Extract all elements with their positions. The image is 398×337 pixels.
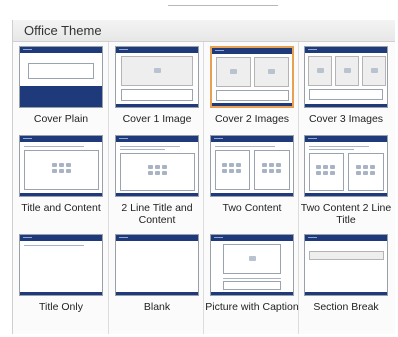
layout-label: Cover 2 Images: [214, 113, 290, 125]
layout-thumbnail: [115, 234, 199, 296]
layout-label: Blank: [143, 301, 171, 313]
layout-gallery: Office Theme Cover Plain Cover 1 Image C…: [12, 20, 395, 334]
column-divider: [298, 42, 299, 334]
layout-thumbnail: [304, 234, 388, 296]
layout-label: Cover Plain: [33, 113, 89, 125]
layout-thumbnail: [115, 46, 199, 108]
layout-label: Two Content: [222, 202, 282, 214]
layout-thumbnail: [115, 135, 199, 197]
layout-thumbnail: [210, 234, 294, 296]
layout-label: Title Only: [39, 301, 83, 313]
layout-label: Picture with Caption: [205, 301, 299, 313]
layout-label: Two Content 2 Line Title: [300, 202, 392, 226]
layout-thumbnail: [304, 135, 388, 197]
column-divider: [203, 42, 204, 334]
window-edge-line: [168, 5, 278, 6]
theme-title: Office Theme: [24, 23, 102, 38]
layout-label: 2 Line Title and Content: [121, 202, 193, 226]
layout-thumbnail: [19, 46, 103, 108]
layout-thumbnail: [210, 46, 294, 108]
layout-label: Cover 1 Image: [122, 113, 192, 125]
layout-thumbnail: [19, 234, 103, 296]
layout-label: Title and Content: [21, 202, 101, 214]
layout-thumbnail: [304, 46, 388, 108]
layout-thumbnail: [210, 135, 294, 197]
layout-label: Section Break: [313, 301, 379, 313]
column-divider: [108, 42, 109, 334]
layout-thumbnail: [19, 135, 103, 197]
gallery-header: Office Theme: [13, 20, 395, 42]
layout-label: Cover 3 Images: [308, 113, 384, 125]
